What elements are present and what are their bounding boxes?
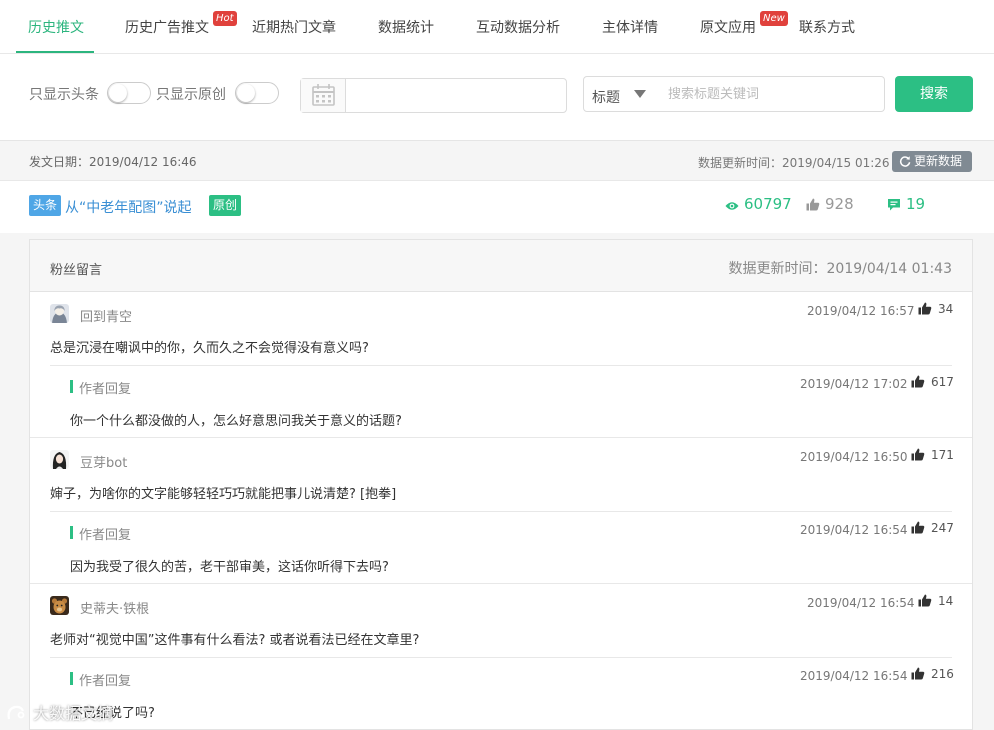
panel-update-time: 数据更新时间：2019/04/14 01:43 (728, 261, 953, 277)
tab-entity-details[interactable]: 主体详情 (602, 0, 658, 54)
panel-header: 粉丝留言 数据更新时间：2019/04/14 01:43 (30, 240, 972, 292)
divider (50, 511, 952, 512)
article-meta-bar: 发文日期：2019/04/12 16:46 数据更新时间：2019/04/15 … (0, 141, 994, 181)
tab-hot-articles[interactable]: 近期热门文章 (252, 0, 336, 54)
views-stat: 60797 (725, 195, 792, 213)
refresh-label: 更新数据 (914, 154, 963, 168)
bear-avatar (50, 596, 69, 615)
calendar-icon[interactable] (301, 79, 346, 112)
tab-history-ads[interactable]: 历史广告推文 (125, 0, 209, 54)
author-reply-label: 作者回复 (70, 524, 131, 543)
thumbs-up-icon (911, 521, 925, 534)
likes-count: 34 (938, 302, 954, 316)
comment-time: 2019/04/12 16:57 (807, 304, 915, 318)
reply-likes[interactable]: 617 (911, 375, 954, 389)
chevron-down-icon (634, 90, 646, 98)
article-row: 头条 从“中老年配图”说起 原创 60797 928 19 (0, 181, 994, 233)
likes-count: 247 (931, 521, 954, 535)
tab-statistics[interactable]: 数据统计 (378, 0, 434, 54)
comment-icon (888, 199, 900, 211)
tab-original-apps[interactable]: 原文应用 (700, 0, 756, 54)
tab-interaction-analysis[interactable]: 互动数据分析 (476, 0, 560, 54)
watermark-logo-icon (7, 705, 25, 720)
reply-time: 2019/04/12 16:54 (800, 523, 908, 537)
select-value: 标题 (592, 90, 620, 106)
comments-count: 19 (906, 195, 926, 213)
eye-icon (725, 202, 739, 210)
reply-likes[interactable]: 247 (911, 521, 954, 535)
reply-text: 你一个什么都没做的人，怎么好意思问我关于意义的话题? (70, 414, 402, 429)
search-button[interactable]: 搜索 (895, 76, 973, 112)
anime-avatar (50, 304, 69, 323)
search-field-select[interactable]: 标题 (583, 76, 658, 112)
refresh-icon (899, 156, 911, 167)
username[interactable]: 史蒂夫·铁根 (80, 598, 149, 617)
thumbs-up-icon (918, 302, 932, 315)
fan-comments-panel: 粉丝留言 数据更新时间：2019/04/14 01:43 回到青空 2019/0… (29, 239, 973, 730)
original-tag: 原创 (209, 195, 242, 216)
comment-time: 2019/04/12 16:50 (800, 450, 908, 464)
thumbs-up-icon (911, 448, 925, 461)
divider (30, 583, 972, 584)
likes-count: 216 (931, 667, 954, 681)
watermark-text: 大数据文摘 (33, 704, 114, 723)
tab-contact[interactable]: 联系方式 (799, 0, 855, 54)
panel-title: 粉丝留言 (50, 263, 103, 278)
publish-date: 发文日期：2019/04/12 16:46 (29, 155, 197, 169)
comment-likes[interactable]: 34 (918, 302, 953, 316)
divider (50, 657, 952, 658)
comment-text: 总是沉浸在嘲讽中的你，久而久之不会觉得没有意义吗? (50, 341, 369, 356)
toggle-knob (237, 84, 255, 102)
tab-bar: 历史推文 历史广告推文 Hot 近期热门文章 数据统计 互动数据分析 主体详情 … (0, 0, 994, 54)
likes-count: 171 (931, 448, 954, 462)
comment-time: 2019/04/12 16:54 (807, 596, 915, 610)
active-tab-indicator (16, 51, 94, 53)
new-badge: New (760, 11, 788, 26)
headline-only-toggle[interactable] (107, 82, 151, 104)
comment-text: 老师对“视觉中国”这件事有什么看法? 或者说看法已经在文章里? (50, 633, 420, 648)
thumbs-up-icon (911, 667, 925, 680)
original-only-label: 只显示原创 (156, 87, 226, 103)
username[interactable]: 回到青空 (80, 306, 132, 325)
thumbs-up-icon (911, 375, 925, 388)
filter-bar: 只显示头条 只显示原创 标题 搜索 (0, 54, 994, 141)
watermark: 大数据文摘 (6, 700, 136, 723)
author-reply-label: 作者回复 (70, 378, 131, 397)
data-update-time: 数据更新时间：2019/04/15 01:26 (698, 156, 890, 170)
comment-likes[interactable]: 14 (918, 594, 953, 608)
girl-avatar (50, 450, 69, 469)
original-only-toggle[interactable] (235, 82, 279, 104)
date-picker[interactable] (300, 78, 567, 113)
reply-likes[interactable]: 216 (911, 667, 954, 681)
search-input[interactable] (657, 76, 885, 112)
likes-count: 617 (931, 375, 954, 389)
article-title-link[interactable]: 从“中老年配图”说起 (65, 197, 192, 217)
divider (30, 437, 972, 438)
comments-stat: 19 (887, 195, 925, 213)
comment-text: 婶子，为啥你的文字能够轻轻巧巧就能把事儿说清楚? [抱拳] (50, 487, 397, 502)
views-count: 60797 (744, 195, 792, 213)
reply-time: 2019/04/12 17:02 (800, 377, 908, 391)
headline-tag: 头条 (29, 195, 62, 216)
hot-badge: Hot (213, 11, 237, 26)
likes-count: 14 (938, 594, 954, 608)
tab-history-posts[interactable]: 历史推文 (28, 0, 84, 54)
thumbs-up-icon (806, 198, 820, 211)
toggle-knob (109, 84, 127, 102)
likes-stat: 928 (806, 195, 854, 213)
reply-time: 2019/04/12 16:54 (800, 669, 908, 683)
username[interactable]: 豆芽bot (80, 452, 127, 471)
divider (50, 365, 952, 366)
reply-text: 因为我受了很久的苦，老干部审美，这话你听得下去吗? (70, 560, 389, 575)
thumbs-up-icon (918, 594, 932, 607)
refresh-data-button[interactable]: 更新数据 (892, 151, 972, 172)
comment-likes[interactable]: 171 (911, 448, 954, 462)
headline-only-label: 只显示头条 (29, 87, 99, 103)
likes-count: 928 (825, 195, 854, 213)
author-reply-label: 作者回复 (70, 670, 131, 689)
